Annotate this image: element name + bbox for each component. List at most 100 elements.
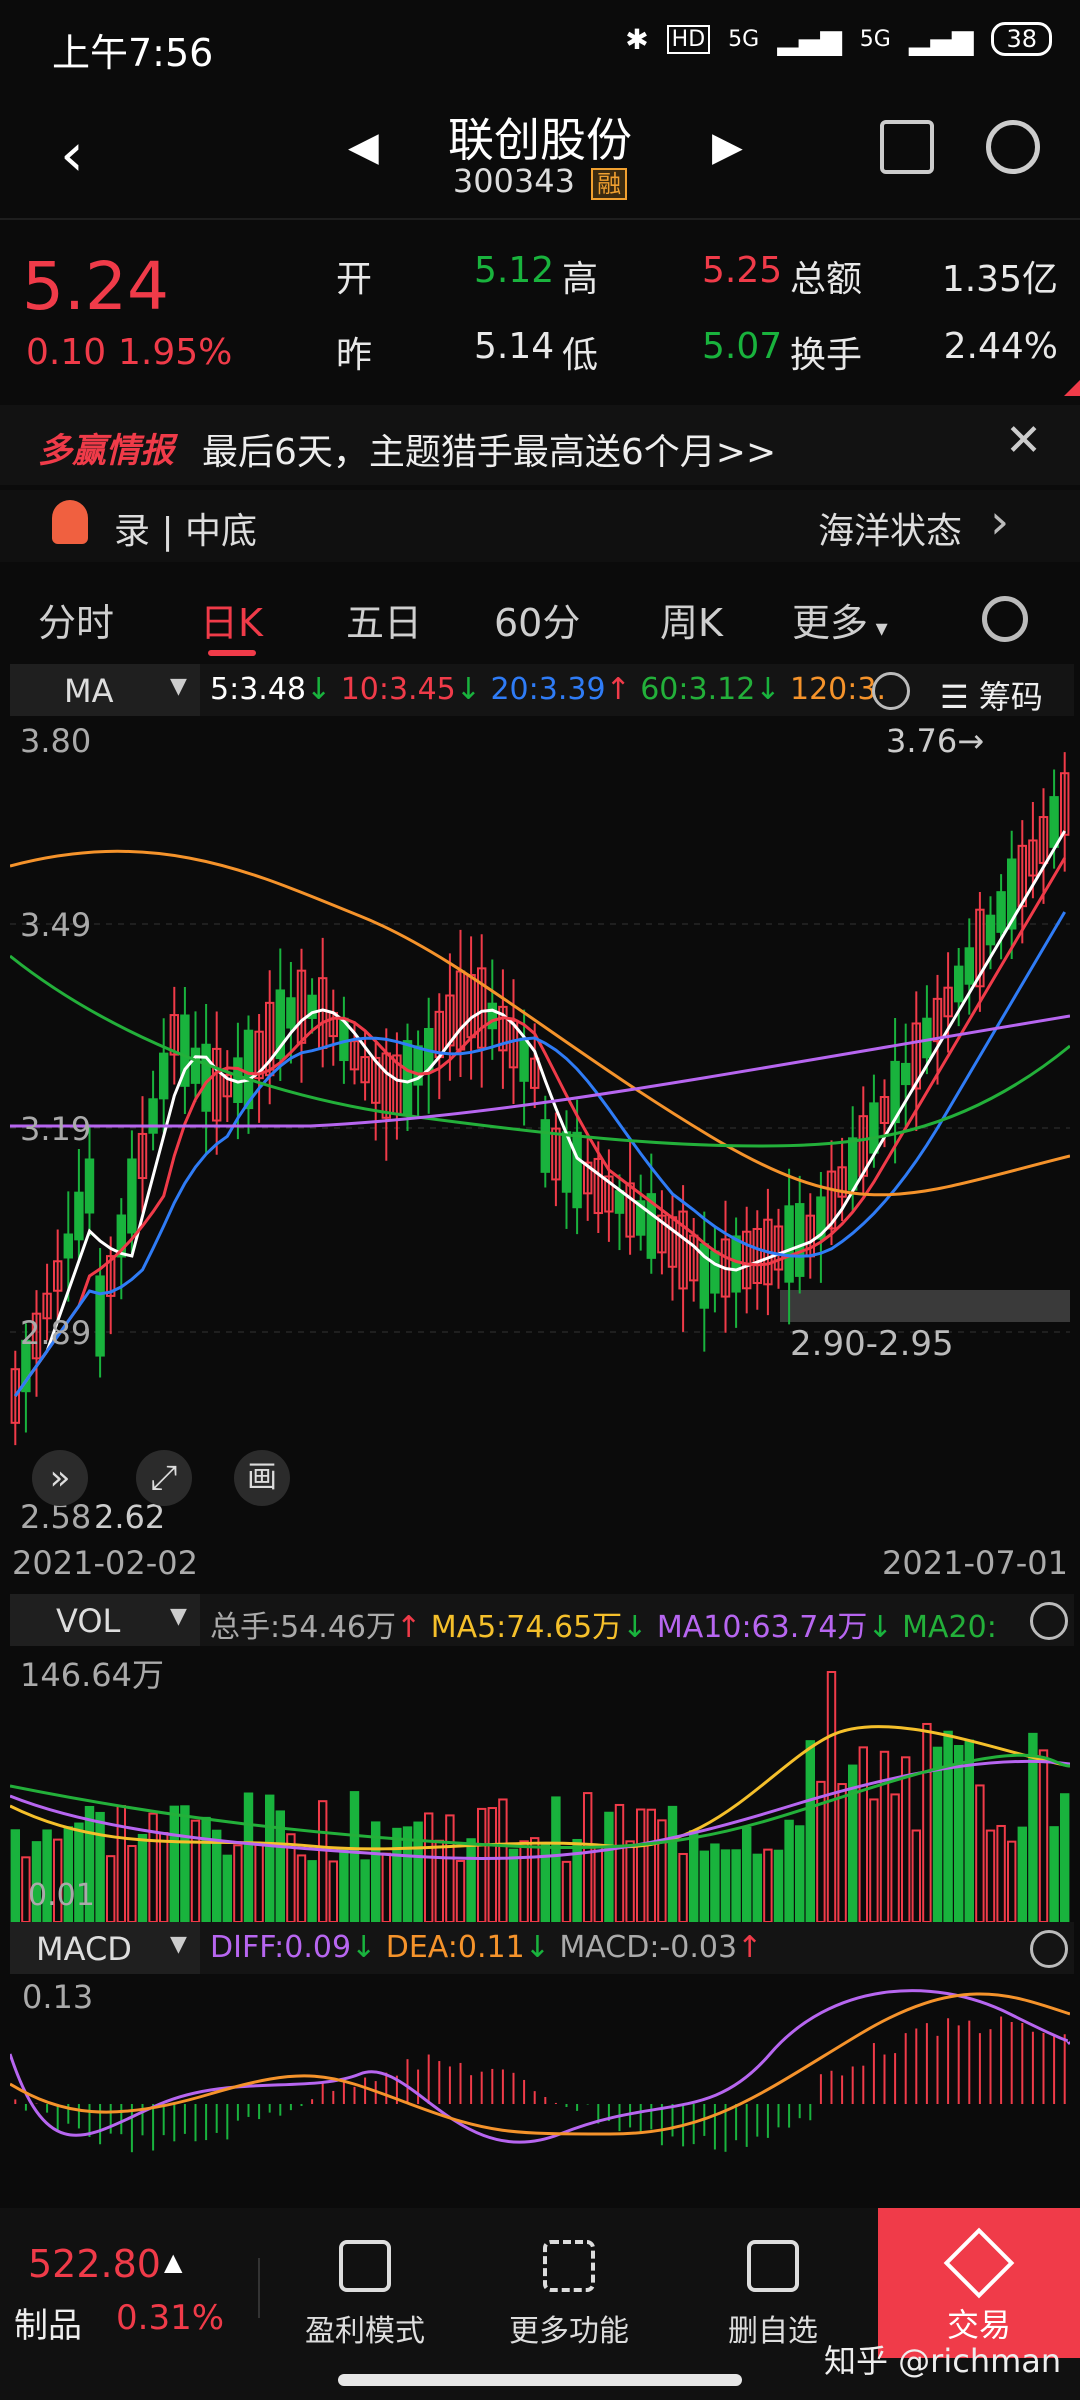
more-functions-button[interactable]: 更多功能	[504, 2240, 634, 2350]
macd-chart[interactable]: 0.13	[10, 1974, 1070, 2206]
candle-body	[985, 914, 996, 946]
candle-body	[190, 1047, 201, 1084]
down-arrow: ↓	[306, 672, 332, 707]
vol-selector[interactable]: VOL ▼	[10, 1594, 200, 1646]
volume-bar	[137, 1833, 148, 1922]
volume-bar	[869, 1798, 879, 1922]
candle-body	[710, 1250, 720, 1294]
volume-bar	[360, 1859, 370, 1922]
candle-body	[148, 1098, 158, 1134]
bluetooth-icon: ✱	[625, 22, 649, 56]
volume-bar	[625, 1840, 635, 1922]
network-5g-2: 5G	[859, 26, 891, 52]
candle-body	[731, 1235, 741, 1293]
volume-bar	[339, 1848, 349, 1922]
volume-bar	[455, 1859, 466, 1922]
index-name: 制品	[14, 2306, 82, 2346]
vol-help-icon[interactable]	[1030, 1602, 1068, 1640]
tab-more[interactable]: 更多 ▾	[792, 592, 888, 647]
volume-bar	[635, 1808, 646, 1922]
y-axis-mid: 3.49	[20, 906, 92, 944]
volume-bar	[890, 1793, 900, 1922]
volume-bar	[434, 1839, 445, 1922]
down-arrow: ↓	[524, 1930, 550, 1965]
volume-bar	[784, 1819, 794, 1922]
draw-button[interactable]: 画	[234, 1450, 290, 1506]
grid-icon	[543, 2240, 595, 2292]
amount-label: 总额	[790, 259, 863, 300]
macd-y-top: 0.13	[22, 1978, 94, 2016]
candle-body	[158, 1052, 169, 1100]
candle-body	[996, 891, 1006, 933]
tab-intraday[interactable]: 分时	[38, 592, 114, 647]
candle-body	[201, 1043, 211, 1112]
volume-bar	[741, 1826, 752, 1922]
settings-icon[interactable]	[982, 596, 1028, 642]
tag-left: 录 | 中底	[114, 511, 258, 552]
status-bar: 上午7:56 ✱ HD 5G ▂▄▆ 5G ▂▄▆ 38	[0, 0, 1080, 100]
candle-body	[1049, 796, 1059, 848]
macd-values: DIFF:0.09↓ DEA:0.11↓ MACD:-0.03↑	[210, 1930, 762, 1965]
down-arrow: ↓	[455, 672, 481, 707]
tab-60min[interactable]: 60分	[494, 592, 580, 647]
vol-ma20: MA20:	[902, 1610, 997, 1645]
vol-y-bottom: 0.01	[28, 1878, 95, 1913]
volume-bar	[752, 1853, 763, 1922]
macd-selector[interactable]: MACD ▼	[10, 1922, 200, 1974]
macd-help-icon[interactable]	[1030, 1930, 1068, 1968]
search-icon[interactable]	[986, 120, 1040, 174]
navbar: ‹ ◀ 联创股份 300343 融 ▶	[0, 100, 1080, 218]
volume-bar	[667, 1805, 678, 1922]
tab-five-day[interactable]: 五日	[346, 592, 422, 647]
volume-bar	[964, 1739, 975, 1922]
next-stock-icon[interactable]: ▶	[712, 124, 743, 170]
tab-daily-k[interactable]: 日K	[200, 592, 263, 647]
volume-bar	[805, 1740, 816, 1922]
trade-icon	[943, 2227, 1015, 2299]
volume-bar	[296, 1854, 307, 1922]
chart-icon	[339, 2240, 391, 2292]
profit-mode-button[interactable]: 盈利模式	[300, 2240, 430, 2350]
tag-row[interactable]: 录 | 中底 海洋状态 ›	[0, 490, 1080, 562]
ma-selector[interactable]: MA ▼	[10, 664, 200, 716]
index-up-icon: ▲	[164, 2248, 183, 2276]
tab-weekly-k[interactable]: 周K	[660, 592, 723, 647]
signal-icon-2: ▂▄▆	[908, 22, 974, 56]
close-icon[interactable]: ✕	[1005, 415, 1042, 466]
amount-value: 1.35亿	[941, 259, 1058, 300]
volume-bar	[148, 1812, 158, 1922]
remove-watchlist-button[interactable]: 删自选	[708, 2240, 838, 2350]
fullscreen-icon[interactable]: ⤢	[136, 1450, 192, 1506]
macd-label: MACD	[36, 1930, 132, 1968]
volume-bar	[1049, 1826, 1059, 1922]
index-value[interactable]: 522.80	[28, 2242, 161, 2286]
vol-ma10: MA10:63.74万	[656, 1610, 868, 1645]
ma-label: MA	[64, 672, 114, 710]
macd-dropdown-icon: ▼	[170, 1932, 187, 1957]
up-arrow: ↑	[396, 1610, 422, 1645]
candle-body	[847, 1137, 858, 1191]
volume-bar	[604, 1811, 614, 1922]
help-icon[interactable]	[872, 672, 910, 710]
vol-ma5: MA5:74.65万	[430, 1610, 623, 1645]
volume-bar	[985, 1829, 996, 1922]
volume-bar	[201, 1816, 211, 1922]
vol-chart[interactable]: 146.64万 0.01	[10, 1646, 1070, 1922]
banner-text: 最后6天，主题猎手最高送6个月>>	[202, 432, 777, 473]
zone-label: 2.90-2.95	[790, 1324, 954, 1364]
promo-banner[interactable]: 多赢情报 最后6天，主题猎手最高送6个月>> ✕	[0, 405, 1080, 485]
status-icons: ✱ HD 5G ▂▄▆ 5G ▂▄▆ 38	[625, 22, 1052, 56]
corner-triangle	[1064, 380, 1080, 396]
chips-button[interactable]: ☰ 筹码	[940, 672, 1043, 718]
volume-bar	[879, 1750, 890, 1922]
expand-left-icon[interactable]: »	[32, 1450, 88, 1506]
vol-svg	[10, 1671, 1070, 1922]
ma60-value: 60:3.12	[640, 672, 756, 707]
kline-chart[interactable]: 3.80 3.49 3.19 2.89 2.58 2.62 3.76→ 2.90…	[10, 716, 1070, 1540]
down-arrow: ↓	[622, 1610, 648, 1645]
hd-label: HD	[666, 24, 711, 54]
volume-bar	[413, 1821, 423, 1922]
volume-bar	[243, 1792, 254, 1922]
list-icon[interactable]	[880, 120, 934, 174]
index-pct: 0.31%	[116, 2298, 225, 2338]
